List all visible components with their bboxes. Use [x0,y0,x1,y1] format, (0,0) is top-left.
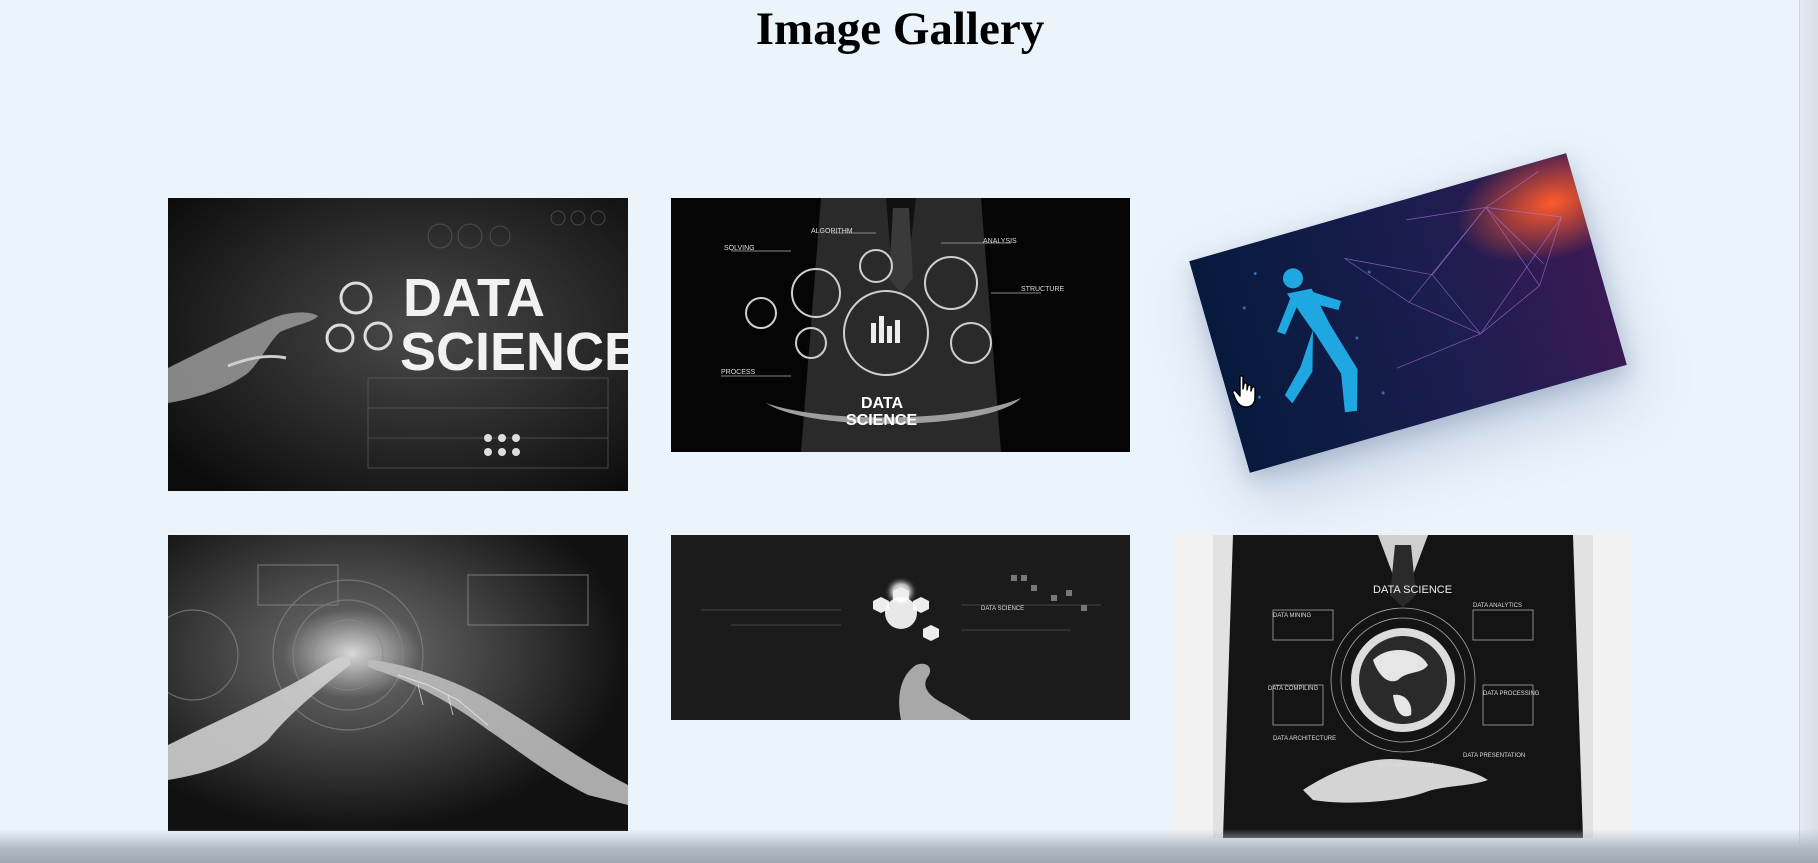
tile6-label-compiling: DATA COMPILING [1268,686,1318,692]
gallery-image-5[interactable]: DATA SCIENCE [671,535,1130,720]
tile1-text-science: SCIENCE [400,322,628,382]
tile6-label-presentation: DATA PRESENTATION [1463,753,1525,759]
window-right-edge [1799,0,1818,863]
tile2-label-process: PROCESS [721,369,756,376]
tile2-text-science: SCIENCE [846,412,917,429]
hand-pointer-icon [1232,375,1256,408]
gallery-image-4[interactable] [168,535,628,831]
tile6-label-mining: DATA MINING [1273,613,1311,619]
tile6-label-architecture: DATA ARCHITECTURE [1273,736,1336,742]
tile2-text-data: DATA [861,395,904,412]
page-title: Image Gallery [755,3,1045,55]
tile6-caption: DATA SCIENCE [1373,584,1452,596]
gallery-image-2[interactable]: ALGORITHM ANALYSIS SOLVING STRUCTURE PRO… [671,198,1130,452]
tile6-label-application: DATA APPLICATION [1378,763,1433,769]
tile5-caption: DATA SCIENCE [981,606,1024,612]
tile2-label-structure: STRUCTURE [1021,286,1064,293]
tile2-label-solving: SOLVING [724,245,755,252]
gallery-image-1[interactable]: DATA SCIENCE [168,198,628,491]
tile6-label-analytics: DATA ANALYTICS [1473,603,1522,609]
bottom-shadow [0,829,1818,863]
gallery-image-3[interactable] [1189,153,1627,473]
gallery-image-6[interactable]: DATA SCIENCE DATA ANALYTICS DATA MINING … [1173,535,1632,838]
tile2-label-analysis: ANALYSIS [983,238,1017,245]
tile1-text-data: DATA [403,268,545,328]
tile2-label-algorithm: ALGORITHM [811,228,853,235]
tile6-label-processing: DATA PROCESSING [1483,691,1540,697]
